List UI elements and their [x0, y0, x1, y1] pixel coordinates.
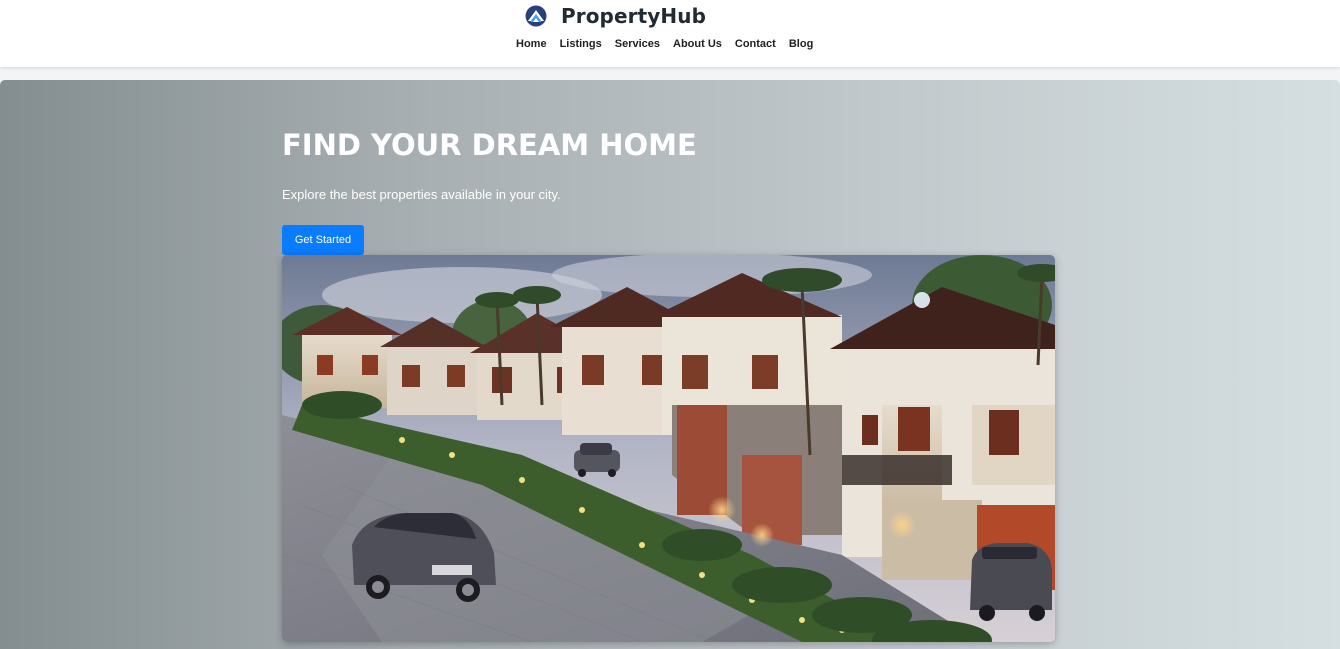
get-started-button[interactable]: Get Started	[282, 225, 364, 255]
nav-blog[interactable]: Blog	[789, 38, 813, 50]
hero-section: FIND YOUR DREAM HOME Explore the best pr…	[0, 80, 1340, 649]
nav-listings[interactable]: Listings	[560, 38, 602, 50]
main-nav: Home Listings Services About Us Contact …	[516, 38, 813, 50]
nav-contact[interactable]: Contact	[735, 38, 776, 50]
brand-name: PropertyHub	[561, 4, 706, 28]
nav-about-us[interactable]: About Us	[673, 38, 722, 50]
hero-title: FIND YOUR DREAM HOME	[282, 128, 697, 162]
site-header: PropertyHub Home Listings Services About…	[0, 0, 1340, 67]
nav-services[interactable]: Services	[615, 38, 660, 50]
hero-subtitle: Explore the best properties available in…	[282, 187, 561, 202]
brand[interactable]: PropertyHub	[525, 4, 706, 28]
hero-property-image	[282, 255, 1055, 642]
house-mountain-logo-icon	[525, 5, 547, 27]
villa-street-illustration	[282, 255, 1055, 642]
nav-home[interactable]: Home	[516, 38, 547, 50]
